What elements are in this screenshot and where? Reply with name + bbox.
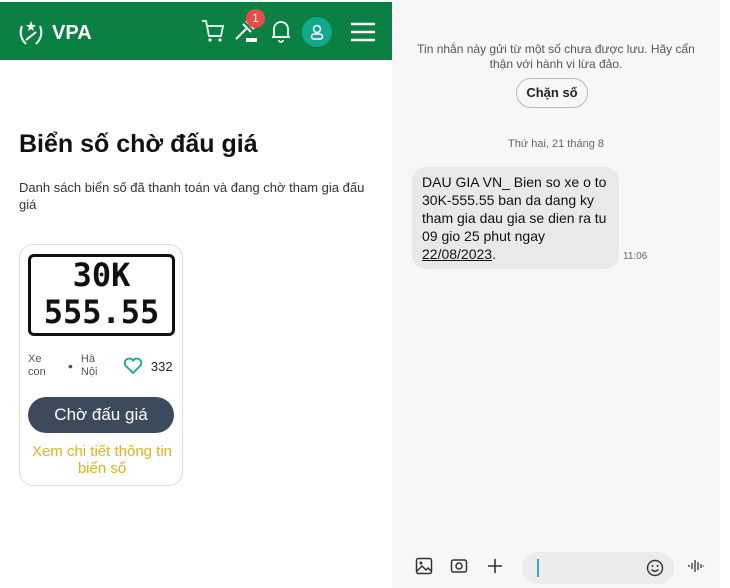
camera-icon[interactable] [450,557,468,575]
message-text: DAU GIA VN_ Bien so xe o to 30K-555.55 b… [422,174,607,244]
date-separator: Thứ hai, 21 tháng 8 [507,138,605,150]
message-date-link[interactable]: 22/08/2023 [422,246,492,262]
unsaved-number-warning: Tin nhắn này gửi từ một số chưa được lưu… [417,42,695,71]
plate-card[interactable]: 30K 555.55 Xe con • Hà Nội 332 Chờ đấu g… [19,244,183,486]
bell-icon[interactable] [268,18,294,44]
license-plate: 30K 555.55 [28,254,175,336]
heart-icon[interactable] [123,357,143,375]
page-title: Biển số chờ đấu giá [19,130,258,158]
user-avatar-button[interactable] [302,17,332,47]
message-time: 11:06 [623,251,648,262]
message-bubble: DAU GIA VN_ Bien so xe o to 30K-555.55 b… [412,167,619,269]
page-description: Danh sách biển số đã thanh toán và đang … [19,180,365,212]
logo-text: VPA [52,21,92,44]
user-icon [310,24,324,40]
vpa-logo[interactable]: VPA [16,18,92,48]
sms-panel: Tin nhắn này gửi từ một số chưa được lưu… [392,0,720,588]
cart-icon[interactable] [200,18,226,44]
like-count: 332 [150,358,173,374]
location: Hà Nội [80,353,98,378]
plate-meta: Xe con • Hà Nội 332 [28,353,178,379]
plate-line-2: 555.55 [43,293,160,331]
emoji-icon[interactable] [646,559,664,577]
dot-separator: • [68,358,73,374]
gallery-icon[interactable] [415,557,433,575]
voice-icon[interactable] [687,557,705,575]
emblem-icon [19,21,43,45]
block-number-button[interactable]: Chặn số [516,78,588,108]
plus-icon[interactable] [486,557,504,575]
message-end: . [492,246,496,262]
view-details-link[interactable]: Xem chi tiết thông tin biển số [26,443,178,477]
notification-badge: 1 [246,9,265,28]
message-input[interactable] [522,552,674,584]
vehicle-type: Xe con [28,353,46,378]
menu-icon[interactable] [350,19,376,45]
text-cursor [537,559,539,577]
plate-line-1: 30K [72,256,131,294]
auction-app-panel: VPA 1 Biển số chờ đấu giá Danh sách biển… [0,0,392,588]
auction-status-button[interactable]: Chờ đấu giá [28,397,174,433]
app-header: VPA 1 [0,2,392,60]
